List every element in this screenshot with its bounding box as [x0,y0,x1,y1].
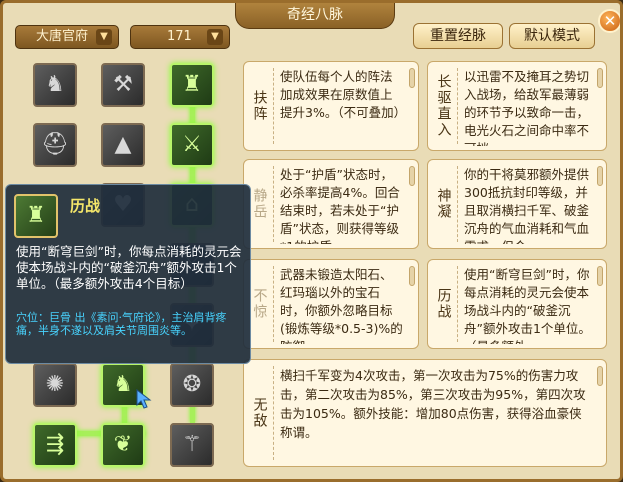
close-button[interactable]: ✕ [598,9,620,33]
meridian-slot[interactable]: ▲ [101,123,145,167]
tooltip-description: 使用“断穹巨剑”时，你每点消耗的灵元会使本场战斗内的“破釜沉舟”额外攻击1个单位… [16,244,242,291]
meridian-slot[interactable]: ♞ [33,63,77,107]
skill-card[interactable]: 扶阵 使队伍每个人的阵法加成效果在原数值上提升3%。（不可叠加） [243,61,419,151]
skill-tooltip: ♜ 历战 使用“断穹巨剑”时，你每点消耗的灵元会使本场战斗内的“破釜沉舟”额外攻… [5,184,251,364]
tooltip-skill-name: 历战 [70,197,101,215]
cursor-icon [136,389,152,409]
level-dropdown-value: 171 [167,29,192,44]
horse-icon: ♞ [45,72,65,97]
meridian-slot[interactable]: ⛑ [33,123,77,167]
skill-card[interactable]: 历战 使用“断穹巨剑”时，你每点消耗的灵元会使本场战斗内的“破釜沉舟”额外攻击1… [427,259,607,349]
skill-card[interactable]: 神凝 你的干将莫邪额外提供300抵抗封印等级，并且取消横扫千军、破釜沉舟的气血消… [427,159,607,249]
scrollbar[interactable] [597,166,603,186]
whip-icon: ❦ [113,432,133,457]
skill-card-name: 长驱直入 [430,68,458,144]
scrollbar[interactable] [597,266,603,286]
claw-icon: ⚚ [182,432,202,457]
skill-card[interactable]: 不惊 武器未锻造太阳石、红玛瑙以外的宝石时，你额外忽略目标(锻炼等级*0.5-3… [243,259,419,349]
level-dropdown[interactable]: 171 ▼ [130,25,230,49]
chevron-down-icon: ▼ [207,29,223,45]
window-title: 奇经八脉 [235,3,395,29]
skill-card-desc: 使队伍每个人的阵法加成效果在原数值上提升3%。（不可叠加） [280,69,404,120]
skill-card-desc: 使用“断穹巨剑”时，你每点消耗的灵元会使本场战斗内的“破釜沉舟”额外攻击1个单位… [464,267,591,344]
scrollbar[interactable] [409,266,415,286]
skill-card-desc: 武器未锻造太阳石、红玛瑙以外的宝石时，你额外忽略目标(锻炼等级*0.5-3)%的… [280,267,403,344]
skill-card-desc: 处于“护盾”状态时，必杀率提高4%。回合结束时，若未处于“护盾”状态，则获得等级… [280,167,400,244]
skill-card-name: 历战 [430,266,458,342]
scrollbar[interactable] [597,366,603,386]
helmet-icon: ⛑ [41,132,69,157]
skill-card[interactable]: 无敌 横扫千军变为4次攻击，第一次攻击为75%的伤害力攻击，第二次攻击为85%，… [243,359,607,467]
meridian-slot[interactable]: ⚒ [101,63,145,107]
meridian-slot[interactable]: ✺ [33,363,77,407]
default-mode-button[interactable]: 默认模式 [509,23,595,49]
chevron-down-icon: ▼ [96,29,112,45]
axe-icon: ⚒ [113,72,133,97]
meridian-slot[interactable]: ♜ [170,63,214,107]
wind-icon: ✺ [45,372,65,397]
skill-card-desc: 你的干将莫邪额外提供300抵抗封印等级，并且取消横扫千军、破釜沉舟的气血消耗和气… [464,167,590,244]
arrows-icon: ⇶ [45,432,65,457]
meridian-slot[interactable]: ❦ [101,423,145,467]
skill-card-name: 无敌 [246,366,274,460]
reset-meridian-button[interactable]: 重置经脉 [413,23,503,49]
skill-card[interactable]: 静岳 处于“护盾”状态时，必杀率提高4%。回合结束时，若未处于“护盾”状态，则获… [243,159,419,249]
skill-card-desc: 以迅雷不及掩耳之势切入战场，给敌军最薄弱的环节予以致命一击，电光火石之间命中率不… [464,69,590,146]
scrollbar[interactable] [409,166,415,186]
school-dropdown[interactable]: 大唐官府 ▼ [15,25,119,49]
scrollbar[interactable] [409,68,415,88]
meridian-slot[interactable]: ⚔ [170,123,214,167]
tooltip-acupoint: 穴位：巨骨 出《素问·气府论》，主治肩背疼痛，半身不遂以及肩关节周围炎等。 [16,311,227,337]
meridian-slot[interactable]: ⇶ [33,423,77,467]
meridian-window: 奇经八脉 ✕ 大唐官府 ▼ 171 ▼ 重置经脉 默认模式 ♞⚒♜⛑▲⚔♥⌂⚔✦… [0,0,623,482]
skill-card-name: 神凝 [430,166,458,242]
warrior-icon: ♜ [14,194,58,238]
meridian-slot[interactable]: ❂ [170,363,214,407]
skill-card[interactable]: 长驱直入 以迅雷不及掩耳之势切入战场，给敌军最薄弱的环节予以致命一击，电光火石之… [427,61,607,151]
skill-card-name: 扶阵 [246,68,274,144]
skill-card-desc: 横扫千军变为4次攻击，第一次攻击为75%的伤害力攻击，第二次攻击为85%，第三次… [280,368,586,440]
warrior-icon: ♜ [182,72,202,97]
dragon-icon: ❂ [182,372,202,397]
scrollbar[interactable] [597,68,603,88]
school-dropdown-value: 大唐官府 [36,29,89,44]
rock-icon: ▲ [114,132,132,157]
meridian-slot[interactable]: ⚚ [170,423,214,467]
spear-icon: ⚔ [182,132,202,157]
